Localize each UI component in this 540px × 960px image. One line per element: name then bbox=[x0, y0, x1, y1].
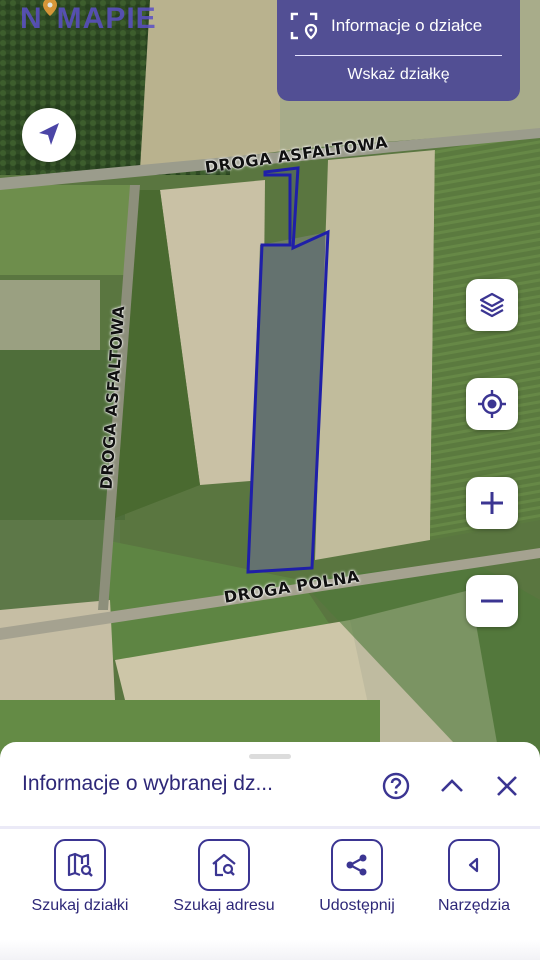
parcel-info-button[interactable]: Informacje o działce bbox=[289, 10, 482, 42]
search-address-button[interactable]: Szukaj adresu bbox=[164, 839, 284, 915]
point-parcel-button[interactable]: Wskaż działkę bbox=[277, 66, 520, 84]
tools-label: Narzędzia bbox=[437, 897, 511, 914]
layers-button[interactable] bbox=[466, 279, 518, 331]
search-parcel-button[interactable]: Szukaj działki bbox=[20, 839, 140, 915]
sheet-divider bbox=[0, 826, 540, 829]
zoom-out-button[interactable] bbox=[466, 575, 518, 627]
info-divider bbox=[295, 55, 502, 56]
satellite-map bbox=[0, 0, 540, 760]
bottom-sheet: Informacje o wybranej dz... Szukaj dział… bbox=[0, 742, 540, 960]
share-icon bbox=[346, 854, 367, 876]
share-icon-box bbox=[331, 839, 383, 891]
crosshair-icon bbox=[478, 390, 506, 418]
navigation-button[interactable] bbox=[22, 108, 76, 162]
help-button[interactable] bbox=[382, 772, 410, 800]
navigation-arrow-icon bbox=[39, 123, 59, 145]
search-address-icon-box bbox=[198, 839, 250, 891]
map-search-icon bbox=[67, 852, 93, 877]
plus-icon bbox=[481, 492, 503, 514]
tools-icon-box bbox=[448, 839, 500, 891]
search-parcel-icon-box bbox=[54, 839, 106, 891]
map-view[interactable] bbox=[0, 0, 540, 760]
close-button[interactable] bbox=[493, 772, 521, 800]
search-address-label: Szukaj adresu bbox=[173, 897, 275, 914]
locate-button[interactable] bbox=[466, 378, 518, 430]
layers-icon bbox=[479, 292, 505, 318]
minus-icon bbox=[481, 599, 503, 603]
home-search-icon bbox=[212, 853, 236, 877]
sheet-drag-handle[interactable] bbox=[249, 754, 291, 759]
close-icon bbox=[497, 776, 517, 796]
bottom-edge bbox=[0, 940, 540, 960]
logo-text: MAPIE bbox=[56, 2, 157, 35]
chevron-left-icon bbox=[468, 857, 479, 873]
logo-prefix: N bbox=[20, 2, 43, 35]
share-label: Udostępnij bbox=[319, 897, 395, 914]
chevron-up-icon bbox=[441, 779, 463, 792]
share-button[interactable]: Udostępnij bbox=[297, 839, 417, 915]
parcel-info-label: Informacje o działce bbox=[331, 16, 483, 35]
location-pin-icon bbox=[42, 0, 57, 16]
tools-button[interactable]: Narzędzia bbox=[414, 839, 534, 915]
search-parcel-label: Szukaj działki bbox=[31, 897, 129, 914]
zoom-in-button[interactable] bbox=[466, 477, 518, 529]
help-icon bbox=[382, 772, 410, 800]
select-area-pin-icon bbox=[290, 12, 318, 40]
parcel-info-panel: Informacje o działce Wskaż działkę bbox=[277, 0, 520, 101]
collapse-button[interactable] bbox=[438, 772, 466, 800]
sheet-title: Informacje o wybranej dz... bbox=[22, 772, 273, 795]
app-logo: N MAPIE bbox=[20, 0, 157, 36]
